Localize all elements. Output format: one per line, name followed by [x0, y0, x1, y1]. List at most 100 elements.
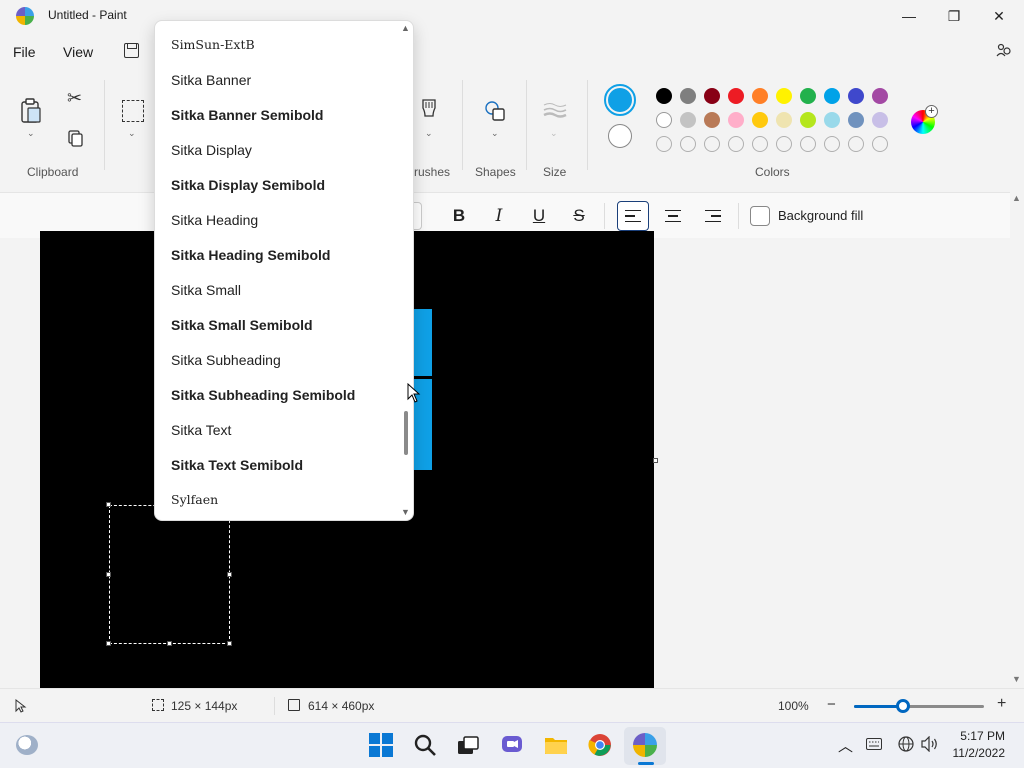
- network-globe-icon[interactable]: [898, 736, 914, 752]
- color-swatch[interactable]: [800, 88, 816, 104]
- font-option[interactable]: SimSun-ExtB: [171, 37, 255, 52]
- show-hidden-icons-chevron-up-icon[interactable]: ︿: [838, 735, 853, 756]
- color-swatch[interactable]: [848, 112, 864, 128]
- paste-dropdown-icon[interactable]: ⌄: [27, 128, 35, 139]
- font-option[interactable]: Sitka Banner Semibold: [171, 107, 323, 123]
- color-swatch[interactable]: [872, 112, 888, 128]
- color-swatch[interactable]: [752, 88, 768, 104]
- font-option[interactable]: Sitka Small: [171, 282, 241, 298]
- color-swatch[interactable]: [848, 88, 864, 104]
- clock-date[interactable]: 11/2/2022: [945, 746, 1006, 760]
- custom-color-slot[interactable]: [848, 136, 864, 152]
- custom-color-slot[interactable]: [800, 136, 816, 152]
- clock-time[interactable]: 5:17 PM: [950, 729, 1005, 743]
- selection-handle[interactable]: [106, 502, 111, 507]
- shapes-dropdown-icon[interactable]: ⌄: [491, 128, 499, 139]
- close-button[interactable]: ✕: [976, 0, 1022, 32]
- text-selection-box[interactable]: [109, 505, 230, 644]
- font-option[interactable]: Sitka Text Semibold: [171, 457, 303, 473]
- volume-icon[interactable]: [921, 736, 939, 752]
- custom-color-slot[interactable]: [656, 136, 672, 152]
- copy-icon[interactable]: [68, 130, 84, 148]
- brush-dropdown-icon[interactable]: ⌄: [425, 128, 433, 139]
- color-swatch[interactable]: [752, 112, 768, 128]
- canvas-resize-handle[interactable]: [653, 458, 658, 463]
- chrome-icon[interactable]: [588, 733, 612, 757]
- chat-icon[interactable]: [500, 733, 524, 757]
- custom-color-slot[interactable]: [872, 136, 888, 152]
- color-swatch[interactable]: [800, 112, 816, 128]
- zoom-out-button[interactable]: −: [827, 696, 836, 713]
- font-dropdown-list[interactable]: SimSun-ExtB Sitka Banner Sitka Banner Semi…: [154, 20, 414, 521]
- color-swatch[interactable]: [680, 88, 696, 104]
- scroll-up-icon[interactable]: ▲: [1012, 193, 1021, 203]
- custom-color-slot[interactable]: [752, 136, 768, 152]
- dropdown-scroll-up-icon[interactable]: ▲: [401, 23, 410, 33]
- share-icon[interactable]: [996, 42, 1012, 58]
- vertical-scrollbar[interactable]: ▲ ▼: [1010, 192, 1024, 688]
- selection-handle[interactable]: [106, 641, 111, 646]
- cut-icon[interactable]: ✂: [67, 88, 82, 109]
- blue-rectangle-top[interactable]: [414, 309, 432, 376]
- color-swatch[interactable]: [704, 112, 720, 128]
- size-icon[interactable]: [543, 102, 567, 118]
- selection-handle[interactable]: [227, 641, 232, 646]
- color-swatch[interactable]: [824, 112, 840, 128]
- font-option[interactable]: Sitka Small Semibold: [171, 317, 313, 333]
- color-swatch[interactable]: [704, 88, 720, 104]
- font-option[interactable]: Sitka Heading: [171, 212, 258, 228]
- file-explorer-icon[interactable]: [544, 733, 568, 757]
- font-option[interactable]: Sylfaen: [171, 492, 218, 507]
- color-swatch[interactable]: [776, 88, 792, 104]
- color-swatch[interactable]: [680, 112, 696, 128]
- font-option[interactable]: Sitka Display: [171, 142, 252, 158]
- primary-color-selector[interactable]: [604, 84, 636, 116]
- task-view-icon[interactable]: [456, 733, 480, 757]
- color-swatch[interactable]: [728, 112, 744, 128]
- zoom-in-button[interactable]: +: [997, 695, 1006, 713]
- secondary-color-selector[interactable]: [608, 124, 632, 148]
- zoom-slider-thumb[interactable]: [896, 699, 911, 713]
- font-option[interactable]: Sitka Banner: [171, 72, 251, 88]
- size-dropdown-icon[interactable]: ⌄: [550, 128, 558, 139]
- font-option[interactable]: Sitka Heading Semibold: [171, 247, 330, 263]
- add-color-icon[interactable]: +: [925, 105, 938, 118]
- scroll-down-icon[interactable]: ▼: [1012, 674, 1021, 684]
- maximize-button[interactable]: ❐: [931, 0, 977, 32]
- color-swatch[interactable]: [872, 88, 888, 104]
- weather-icon[interactable]: [16, 735, 38, 755]
- menu-view[interactable]: View: [63, 44, 93, 60]
- custom-color-slot[interactable]: [824, 136, 840, 152]
- font-option[interactable]: Sitka Text: [171, 422, 231, 438]
- selection-handle[interactable]: [227, 572, 232, 577]
- background-fill-checkbox[interactable]: [750, 206, 770, 226]
- font-option[interactable]: Sitka Subheading: [171, 352, 281, 368]
- save-icon[interactable]: [124, 43, 139, 58]
- color-swatch[interactable]: [728, 88, 744, 104]
- select-icon[interactable]: [122, 100, 144, 122]
- dropdown-scroll-thumb[interactable]: [404, 411, 408, 455]
- custom-color-slot[interactable]: [776, 136, 792, 152]
- select-dropdown-icon[interactable]: ⌄: [128, 128, 136, 139]
- paste-icon[interactable]: [20, 98, 42, 124]
- menu-file[interactable]: File: [13, 44, 36, 60]
- align-right-button[interactable]: [697, 201, 729, 231]
- start-icon[interactable]: [369, 733, 393, 757]
- underline-button[interactable]: U: [523, 201, 555, 231]
- selection-handle[interactable]: [167, 641, 172, 646]
- custom-color-slot[interactable]: [704, 136, 720, 152]
- search-icon[interactable]: [413, 733, 437, 757]
- color-swatch[interactable]: [656, 112, 672, 128]
- italic-button[interactable]: I: [483, 201, 515, 231]
- align-center-button[interactable]: [657, 201, 689, 231]
- shapes-icon[interactable]: [484, 100, 506, 122]
- dropdown-scroll-down-icon[interactable]: ▼: [401, 507, 410, 517]
- color-swatch[interactable]: [656, 88, 672, 104]
- zoom-level[interactable]: 100%: [778, 699, 809, 713]
- color-swatch[interactable]: [824, 88, 840, 104]
- strikethrough-button[interactable]: S: [563, 201, 595, 231]
- zoom-slider[interactable]: [854, 699, 984, 713]
- keyboard-icon[interactable]: [866, 738, 882, 750]
- selection-handle[interactable]: [106, 572, 111, 577]
- font-option[interactable]: Sitka Subheading Semibold: [171, 387, 355, 403]
